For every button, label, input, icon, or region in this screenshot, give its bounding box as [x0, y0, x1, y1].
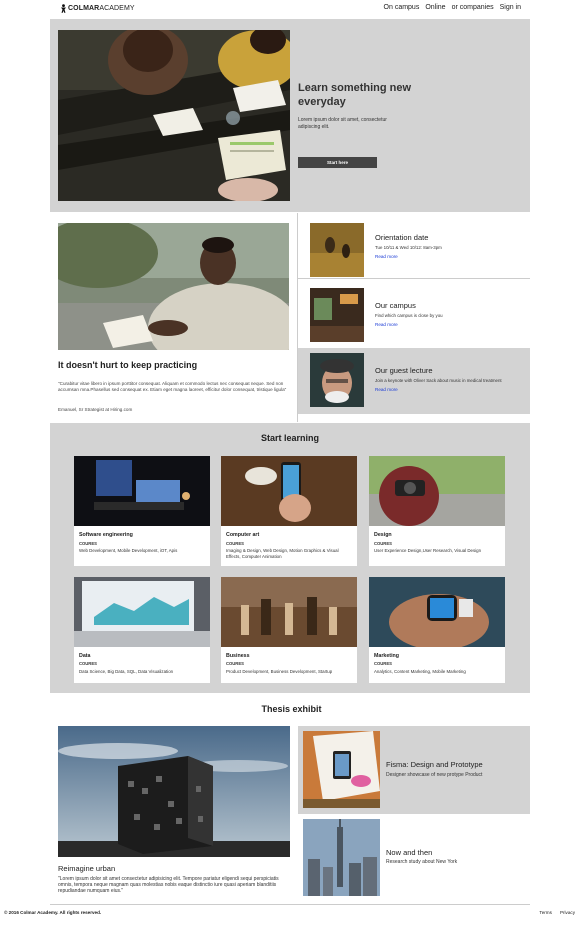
design-photo	[369, 456, 505, 526]
course-kind: COURES	[79, 541, 97, 546]
nav-sign-in[interactable]: Sign in	[500, 4, 521, 11]
event-title: Our guest lecture	[375, 366, 433, 375]
start-here-button[interactable]: Start here	[298, 157, 377, 168]
reading-man-photo	[58, 223, 289, 350]
course-kind: COURES	[226, 661, 244, 666]
site-logo[interactable]: COLMAR ACADEMY	[60, 4, 135, 13]
read-more-link[interactable]: Read more	[375, 254, 398, 259]
orientation-photo	[310, 223, 364, 277]
course-card-design[interactable]: Design COURES User Experience Design,Use…	[369, 456, 505, 566]
data-photo	[74, 577, 210, 647]
top-nav: On campus Online or companies Sign in	[384, 4, 521, 11]
urban-building-photo	[58, 726, 290, 857]
event-description: Tue 10/11 & Wed 10/12: 8am-3pm	[375, 245, 442, 250]
software-photo	[74, 456, 210, 526]
computer-art-photo	[221, 456, 357, 526]
site-header: COLMAR ACADEMY On campus Online or compan…	[0, 0, 583, 18]
marketing-photo	[369, 577, 505, 647]
business-photo	[221, 577, 357, 647]
academy-logo-icon	[61, 4, 66, 13]
project-card-now-and-then[interactable]: Now and then Research study about New Yo…	[298, 816, 530, 898]
project-title: Fisma: Design and Prototype	[386, 760, 483, 769]
course-name: Marketing	[374, 653, 400, 659]
event-card-orientation: Orientation date Tue 10/11 & Wed 10/12: …	[298, 213, 530, 279]
event-description: Join a keynote with Oliver Sack about mu…	[375, 378, 502, 383]
course-card-business[interactable]: Business COURES Product Development, Bus…	[221, 577, 357, 683]
feature-quote: "Curabitur vitae libero in ipsum porttit…	[58, 381, 287, 392]
course-card-data[interactable]: Data COURES Data Science, Big Data, SQL,…	[74, 577, 210, 683]
project-description: Research study about New York	[386, 859, 458, 865]
fisma-photo	[303, 731, 380, 808]
footer-divider	[50, 904, 530, 905]
course-tags: User Experience Design,User Research, Vi…	[374, 548, 482, 553]
guest-lecturer-photo	[310, 353, 364, 407]
course-kind: COURES	[374, 661, 392, 666]
terms-link[interactable]: Terms	[539, 910, 552, 915]
course-card-computer-art[interactable]: Computer art COURES Imaging & Design, We…	[221, 456, 357, 566]
course-tags: Analytics, Content Marketing, Mobile Mar…	[374, 669, 466, 674]
event-card-guest-lecture: Our guest lecture Join a keynote with Ol…	[298, 348, 530, 414]
courses-title: Start learning	[260, 433, 319, 443]
course-tags: Imaging & Design, Web Design, Motion Gra…	[226, 548, 339, 559]
nav-on-campus[interactable]: On campus	[384, 4, 420, 11]
event-description: Find which campus is close by you	[375, 313, 443, 318]
event-title: Orientation date	[375, 233, 429, 242]
read-more-link[interactable]: Read more	[375, 322, 398, 327]
course-kind: COURES	[226, 541, 244, 546]
campus-photo	[310, 288, 364, 342]
course-name: Computer art	[226, 532, 260, 538]
course-name: Data	[79, 653, 91, 659]
nav-online[interactable]: Online	[425, 4, 445, 11]
thesis-caption: Reimagine urban	[58, 864, 116, 873]
read-more-link[interactable]: Read more	[375, 387, 398, 392]
course-name: Design	[374, 532, 392, 538]
event-card-campus: Our campus Find which campus is close by…	[298, 283, 530, 349]
nav-for-companies[interactable]: or companies	[452, 4, 494, 11]
feature-title: It doesn't hurt to keep practicing	[58, 360, 198, 370]
project-description: Designer showcase of new protype Product	[386, 772, 483, 778]
footer-links: Terms Privacy	[539, 910, 575, 915]
new-york-photo	[303, 819, 380, 896]
hero-banner: Learn something new everyday Lorem ipsum…	[50, 19, 530, 212]
project-card-fisma[interactable]: Fisma: Design and Prototype Designer sho…	[298, 726, 530, 814]
course-kind: COURES	[374, 541, 392, 546]
course-tags: Product Development, Business Developmen…	[226, 669, 333, 674]
course-name: Software engineering	[79, 532, 133, 538]
logo-bold-text: COLMAR	[68, 5, 100, 12]
copyright-text: © 2016 Colmar Academy. All rights reserv…	[4, 910, 102, 915]
course-tags: Data Science, Big Data, SQL, Data Visual…	[79, 669, 174, 674]
feature-section: It doesn't hurt to keep practicing "Cura…	[50, 213, 530, 422]
hero-description: Lorem ipsum dolor sit amet, consectetur …	[298, 117, 387, 130]
hero-title: Learn something new everyday	[298, 82, 412, 108]
feature-cite: Emanuel, Sr Strategist at Hiring.com	[58, 407, 133, 412]
privacy-link[interactable]: Privacy	[560, 910, 575, 915]
course-tags: Web Development, Mobile Development, iOT…	[79, 548, 178, 553]
course-card-marketing[interactable]: Marketing COURES Analytics, Content Mark…	[369, 577, 505, 683]
courses-section: Start learning Software engineering COUR…	[50, 423, 530, 693]
hero-students-photo	[58, 30, 290, 201]
course-name: Business	[226, 653, 250, 659]
thesis-description: "Lorem ipsum dolor sit amet consectetur …	[58, 876, 279, 894]
project-title: Now and then	[386, 848, 433, 857]
thesis-title: Thesis exhibit	[261, 704, 322, 714]
logo-light-text: ACADEMY	[99, 5, 135, 12]
course-card-software[interactable]: Software engineering COURES Web Developm…	[74, 456, 210, 566]
event-title: Our campus	[375, 301, 416, 310]
course-kind: COURES	[79, 661, 97, 666]
